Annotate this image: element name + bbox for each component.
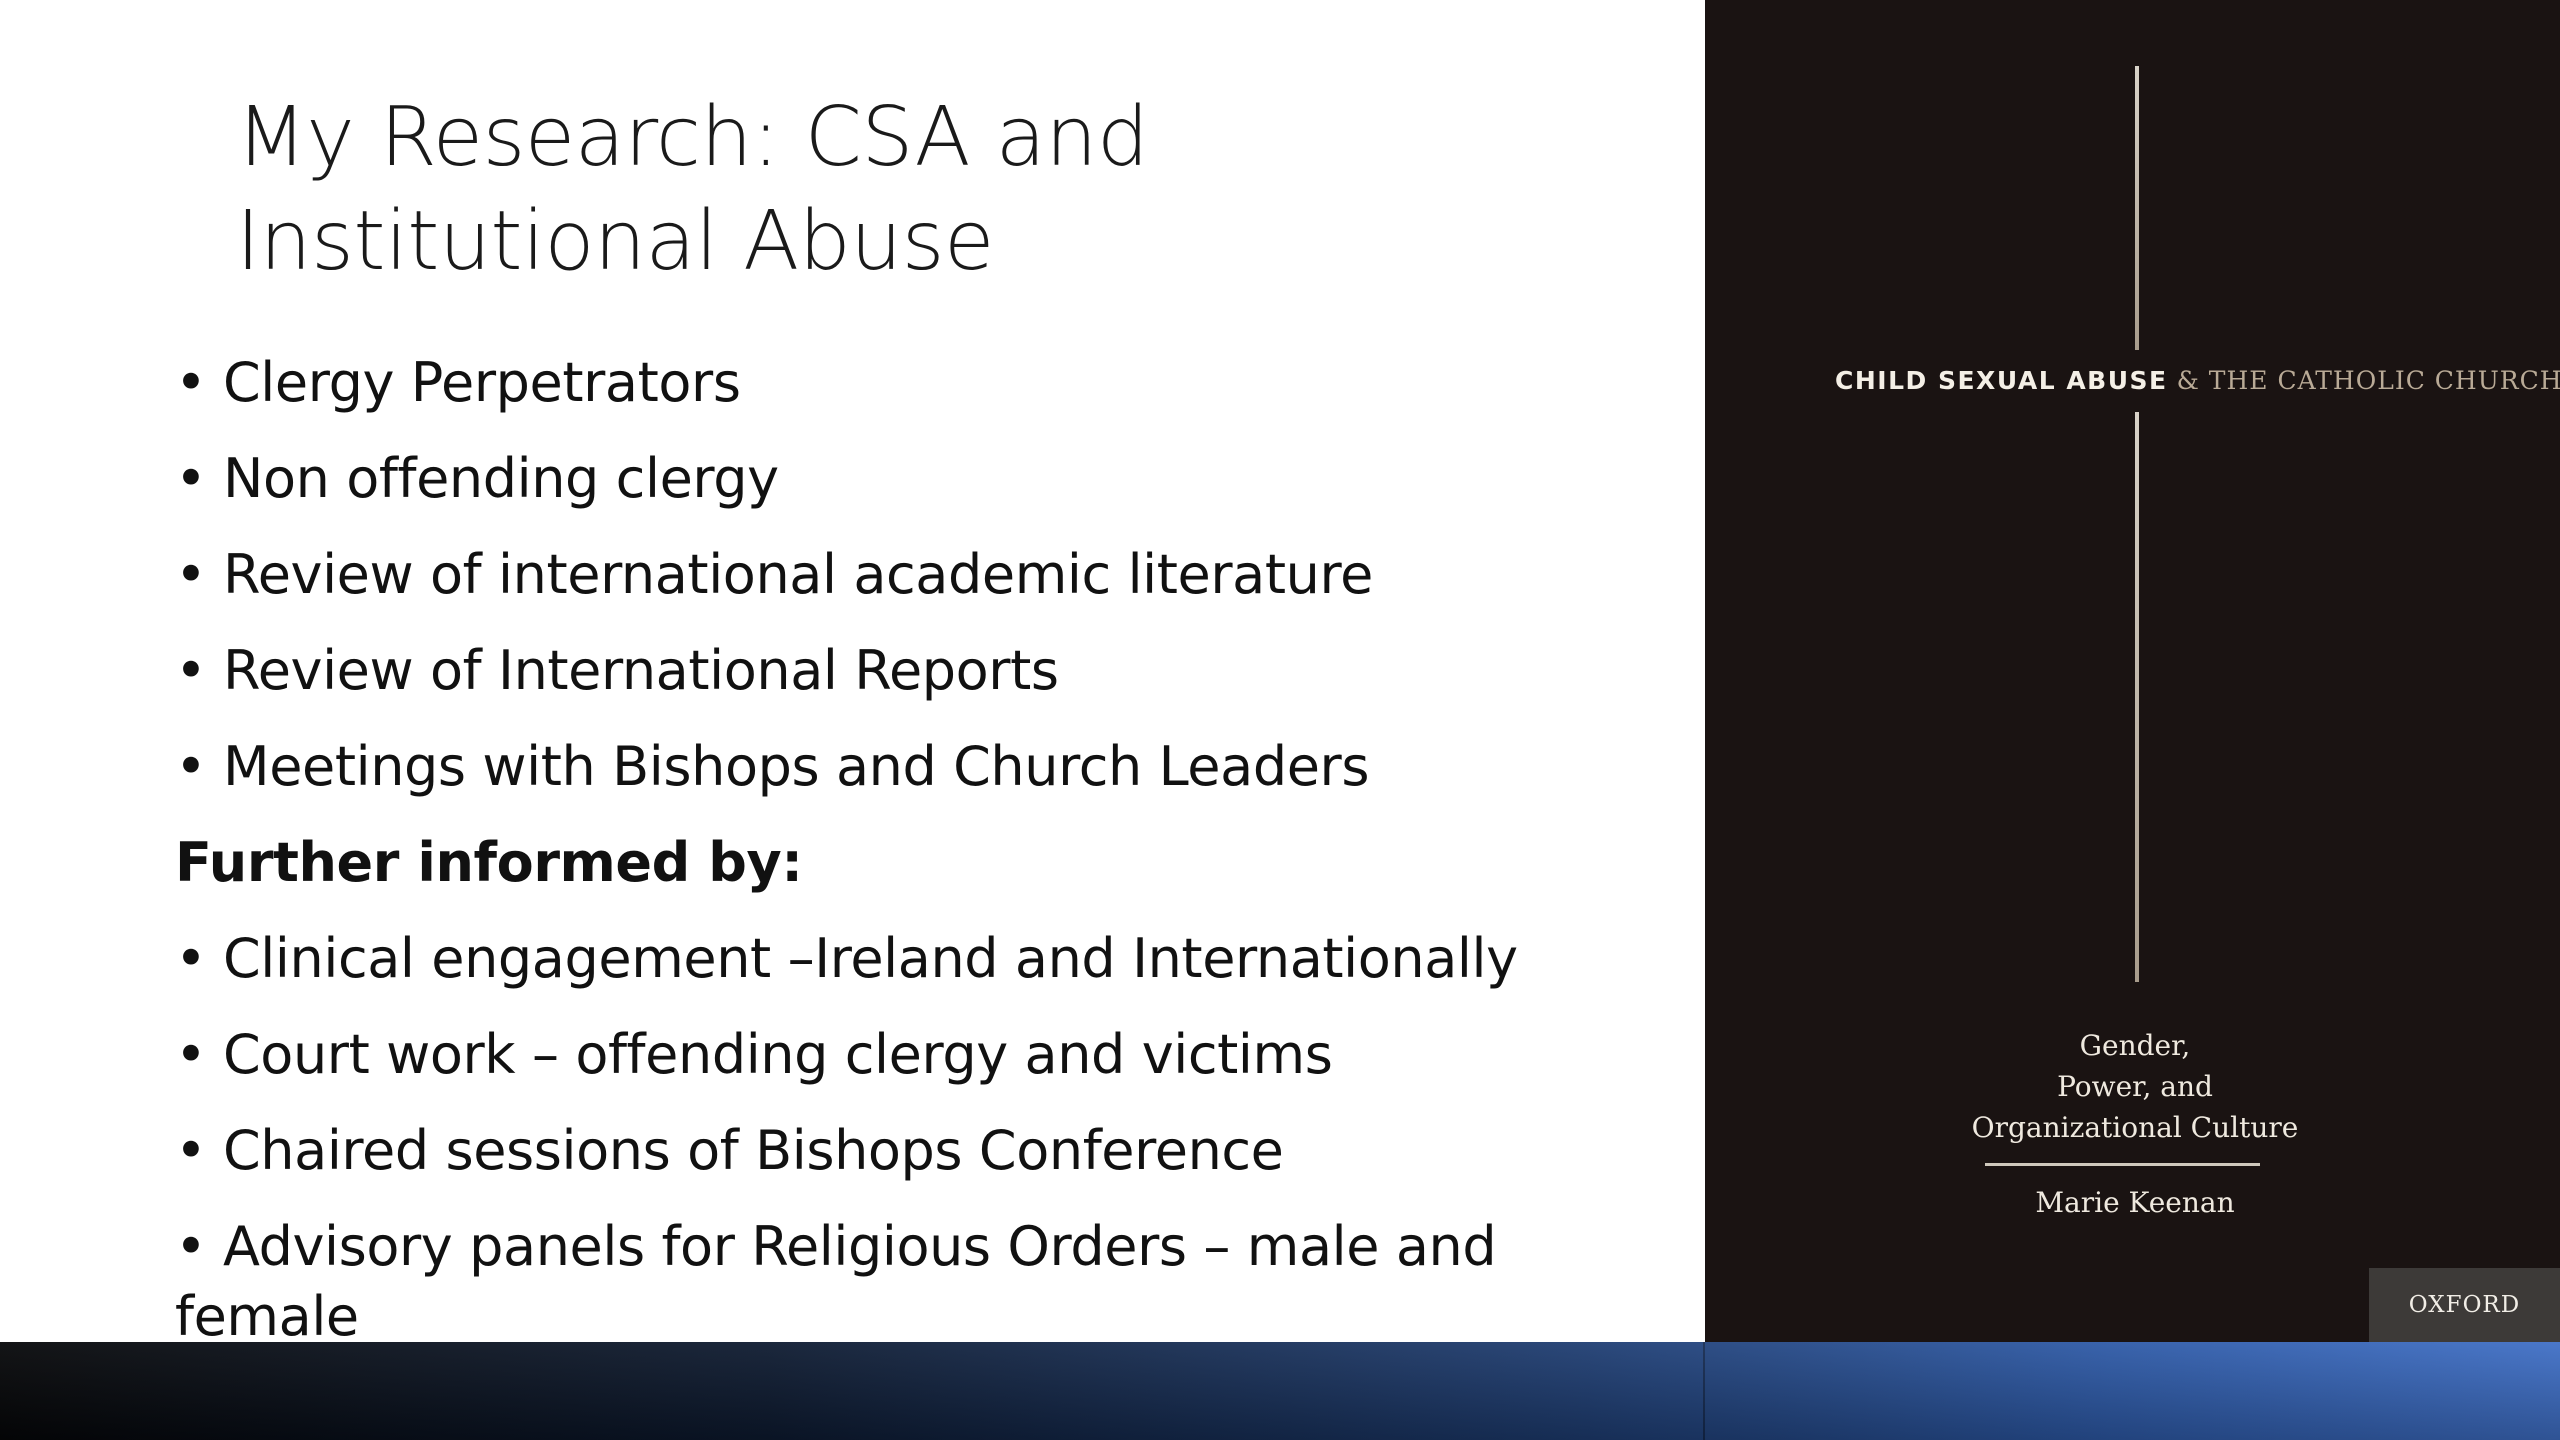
bullet-glyph: •: [175, 735, 207, 798]
book-subtitle-line-1: Gender,: [2079, 1029, 2191, 1062]
bullet-item-8: • Chaired sessions of Bishops Conference: [175, 1116, 1284, 1186]
book-title-part-1: CHILD SEXUAL ABUSE: [1835, 366, 2168, 395]
bullet-text: Advisory panels for Religious Orders – m…: [175, 1215, 1497, 1342]
footer-divider: [1703, 1342, 1705, 1440]
bullet-text: Review of international academic literat…: [223, 543, 1373, 606]
bullet-item-1: • Clergy Perpetrators: [175, 348, 741, 418]
bullet-text: Clergy Perpetrators: [223, 351, 741, 414]
bullet-item-6: • Clinical engagement –Ireland and Intern…: [175, 924, 1518, 994]
bullet-item-7: • Court work – offending clergy and victi…: [175, 1020, 1333, 1090]
bullet-item-5: • Meetings with Bishops and Church Leader…: [175, 732, 1369, 802]
bullet-text: Chaired sessions of Bishops Conference: [223, 1119, 1284, 1182]
presentation-slide: My Research: CSA and Institutional Abuse…: [0, 0, 1705, 1342]
book-subtitle-line-2: Power, and: [2057, 1070, 2213, 1103]
bullet-glyph: •: [175, 351, 207, 414]
slide-title-line-1: My Research: CSA and: [236, 90, 1149, 185]
screen: My Research: CSA and Institutional Abuse…: [0, 0, 2560, 1440]
bullet-text: Court work – offending clergy and victim…: [223, 1023, 1333, 1086]
book-cover-author: Marie Keenan: [2035, 1186, 2235, 1219]
bullet-text: Meetings with Bishops and Church Leaders: [223, 735, 1370, 798]
bullet-text: Review of International Reports: [223, 639, 1059, 702]
slide-title: My Research: CSA and Institutional Abuse: [236, 86, 1536, 294]
bullet-glyph: •: [175, 543, 207, 606]
bullet-text: Non offending clergy: [223, 447, 779, 510]
bullet-text: Clinical engagement –Ireland and Interna…: [223, 927, 1518, 990]
further-informed-heading: Further informed by:: [175, 831, 803, 894]
book-cover-title: CHILD SEXUAL ABUSE & THE CATHOLIC CHURCH: [1835, 366, 2560, 396]
book-cover-image: CHILD SEXUAL ABUSE & THE CATHOLIC CHURCH…: [1705, 0, 2560, 1342]
bullet-glyph: •: [175, 639, 207, 702]
bullet-glyph: •: [175, 1215, 207, 1278]
bullet-glyph: •: [175, 927, 207, 990]
book-cover-subtitle: Gender, Power, and Organizational Cultur…: [1955, 1025, 2315, 1148]
bullet-glyph: •: [175, 447, 207, 510]
book-subtitle-line-3: Organizational Culture: [1971, 1111, 2299, 1144]
book-title-part-2: & THE CATHOLIC CHURCH: [2167, 366, 2560, 395]
bullet-item-4: • Review of International Reports: [175, 636, 1059, 706]
slide-title-line-2: Institutional Abuse: [236, 194, 994, 289]
bullet-item-9: • Advisory panels for Religious Orders – …: [175, 1212, 1525, 1342]
book-cover-rule: [1985, 1163, 2260, 1166]
publisher-badge: OXFORD: [2369, 1268, 2560, 1342]
bullet-item-2: • Non offending clergy: [175, 444, 779, 514]
bullet-glyph: •: [175, 1023, 207, 1086]
bullet-item-3: • Review of international academic litera…: [175, 540, 1373, 610]
slide-footer-band: [0, 1342, 2560, 1440]
cross-vertical-bottom: [2135, 412, 2139, 982]
bullet-glyph: •: [175, 1119, 207, 1182]
cross-vertical-top: [2135, 66, 2139, 350]
